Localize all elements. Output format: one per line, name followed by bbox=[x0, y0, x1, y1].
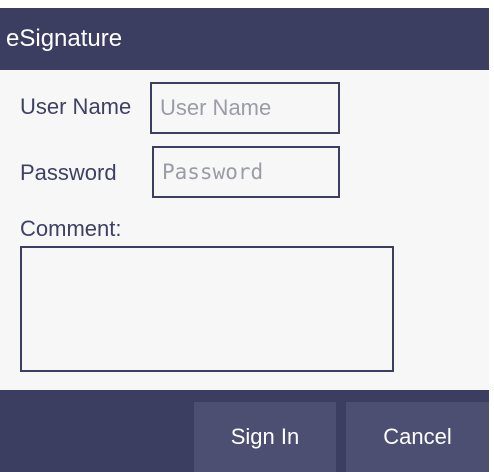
sign-in-button[interactable]: Sign In bbox=[194, 402, 336, 472]
password-input[interactable] bbox=[152, 146, 340, 198]
dialog-title: eSignature bbox=[0, 8, 489, 70]
esignature-dialog: eSignature User Name Password Comment: S… bbox=[0, 8, 489, 472]
username-label: User Name bbox=[20, 94, 132, 119]
comment-label: Comment: bbox=[20, 216, 122, 241]
password-label: Password bbox=[20, 160, 117, 185]
cancel-button[interactable]: Cancel bbox=[346, 402, 489, 472]
username-input[interactable] bbox=[150, 82, 340, 134]
comment-textarea[interactable] bbox=[20, 246, 394, 372]
screen-top-strip bbox=[0, 0, 494, 8]
dialog-button-bar: Sign In Cancel bbox=[0, 390, 489, 472]
